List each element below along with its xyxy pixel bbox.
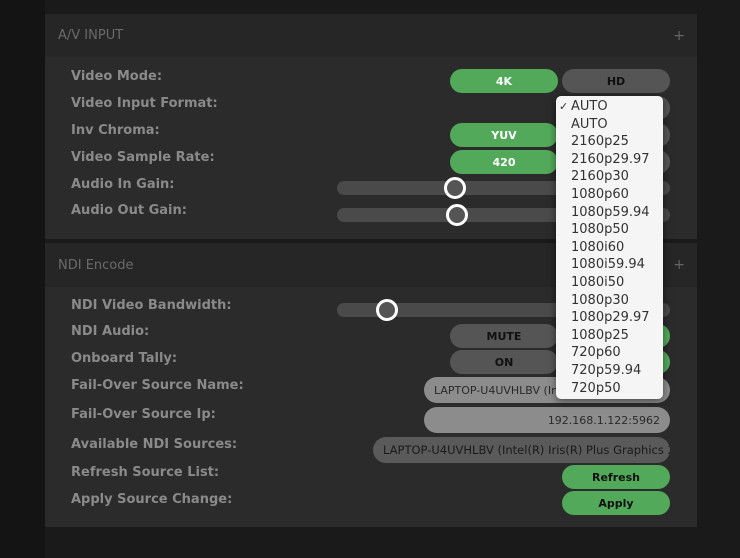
video-mode-label: Video Mode: — [71, 69, 163, 84]
available-sources-label: Available NDI Sources: — [71, 437, 238, 452]
audio-out-gain-label: Audio Out Gain: — [71, 203, 187, 218]
dropdown-option[interactable]: 1080p30 — [556, 292, 663, 310]
check-icon: ✓ — [559, 100, 569, 113]
refresh-label: Refresh Source List: — [71, 465, 220, 480]
dropdown-option[interactable]: 2160p30 — [556, 168, 663, 186]
inv-chroma-label: Inv Chroma: — [71, 123, 160, 138]
left-gutter — [0, 0, 45, 558]
video-sample-rate-label: Video Sample Rate: — [71, 150, 215, 165]
failover-ip-input[interactable]: 192.168.1.122:5962 — [424, 407, 670, 433]
refresh-button[interactable]: Refresh — [562, 465, 670, 489]
dropdown-option[interactable]: 1080p29.97 — [556, 309, 663, 327]
dropdown-option[interactable]: 1080p25 — [556, 327, 663, 345]
video-format-dropdown[interactable]: ✓ AUTO AUTO 2160p25 2160p29.97 2160p30 10… — [556, 96, 663, 400]
dropdown-option[interactable]: 1080i59.94 — [556, 256, 663, 274]
expand-icon[interactable]: + — [673, 257, 685, 273]
ndi-audio-mute-button[interactable]: MUTE — [450, 324, 558, 348]
video-input-format-label: Video Input Format: — [71, 96, 218, 111]
ndi-bandwidth-label: NDI Video Bandwidth: — [71, 298, 232, 313]
dropdown-option[interactable]: 2160p25 — [556, 133, 663, 151]
slider-knob[interactable] — [444, 177, 466, 199]
available-sources-select[interactable]: LAPTOP-U4UVHLBV (Intel(R) Iris(R) Plus G… — [373, 437, 670, 463]
slider-knob[interactable] — [446, 204, 468, 226]
section-title: A/V INPUT — [58, 28, 124, 43]
tally-on-button[interactable]: ON — [450, 350, 558, 374]
av-input-header[interactable]: A/V INPUT + — [45, 14, 697, 57]
dropdown-option[interactable]: 1080p60 — [556, 186, 663, 204]
section-title: NDI Encode — [58, 257, 134, 273]
audio-in-gain-label: Audio In Gain: — [71, 177, 175, 192]
apply-label: Apply Source Change: — [71, 492, 233, 507]
dropdown-option[interactable]: AUTO — [556, 116, 663, 134]
dropdown-option[interactable]: 1080p50 — [556, 221, 663, 239]
failover-name-label: Fail-Over Source Name: — [71, 378, 244, 393]
dropdown-option[interactable]: 1080i60 — [556, 239, 663, 257]
video-mode-4k-button[interactable]: 4K — [450, 69, 558, 93]
ndi-audio-label: NDI Audio: — [71, 324, 150, 339]
dropdown-option[interactable]: 720p50 — [556, 380, 663, 398]
apply-button[interactable]: Apply — [562, 491, 670, 515]
inv-chroma-yuv-button[interactable]: YUV — [450, 123, 558, 147]
dropdown-option[interactable]: 720p59.94 — [556, 362, 663, 380]
failover-ip-label: Fail-Over Source Ip: — [71, 407, 216, 422]
dropdown-option[interactable]: 720p60 — [556, 344, 663, 362]
expand-icon[interactable]: + — [673, 28, 685, 44]
dropdown-option[interactable]: 1080i50 — [556, 274, 663, 292]
dropdown-option[interactable]: 2160p29.97 — [556, 151, 663, 169]
dropdown-option[interactable]: ✓ AUTO — [556, 98, 663, 116]
slider-knob[interactable] — [376, 299, 398, 321]
dropdown-option[interactable]: 1080p59.94 — [556, 204, 663, 222]
sample-rate-420-button[interactable]: 420 — [450, 150, 558, 174]
video-mode-hd-button[interactable]: HD — [562, 69, 670, 93]
onboard-tally-label: Onboard Tally: — [71, 351, 178, 366]
